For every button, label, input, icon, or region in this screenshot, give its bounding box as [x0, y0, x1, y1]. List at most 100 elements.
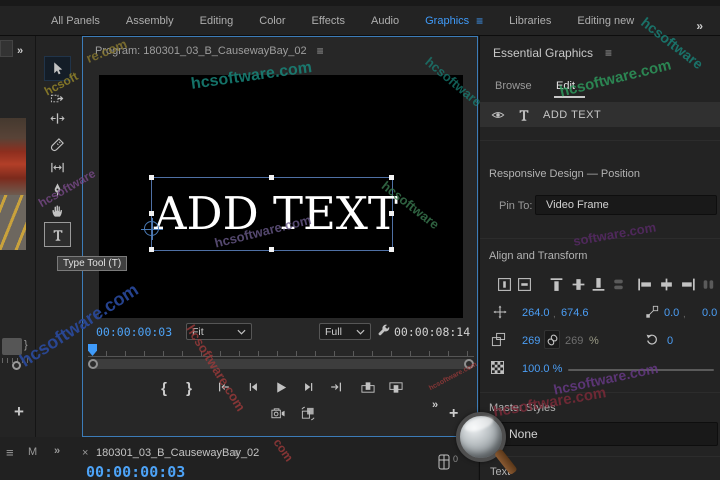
step-forward-button[interactable]: [302, 380, 316, 394]
canvas-text[interactable]: ADD TEXT: [154, 181, 398, 247]
program-video-canvas[interactable]: ADD TEXT: [99, 75, 463, 318]
align-horizontal-center-button[interactable]: [656, 274, 676, 294]
rail-overflow-chevron[interactable]: »: [17, 45, 23, 57]
position-move-icon[interactable]: [493, 305, 507, 319]
anchor-point-indicator[interactable]: [141, 218, 163, 240]
tab-edit[interactable]: Edit: [556, 80, 575, 92]
ripple-edit-tool[interactable]: [44, 106, 71, 131]
button-overflow-chevron[interactable]: »: [432, 399, 438, 411]
timeline-tab-close-icon[interactable]: ×: [82, 447, 88, 459]
workspace-tab-editing-new[interactable]: Editing new: [564, 6, 647, 35]
panel-menu-icon[interactable]: ≡: [232, 446, 239, 460]
razor-tool[interactable]: [44, 132, 71, 157]
lift-button[interactable]: [361, 380, 376, 395]
selection-handle[interactable]: [389, 247, 394, 252]
selection-handle[interactable]: [269, 175, 274, 180]
comparison-view-button[interactable]: [301, 406, 316, 421]
zoom-level-value: Fit: [192, 325, 204, 338]
strip-overflow-chevron[interactable]: »: [54, 445, 60, 457]
panel-menu-icon[interactable]: ≡: [317, 44, 324, 58]
text-selection-box[interactable]: ADD TEXT: [149, 175, 398, 252]
extract-button[interactable]: [389, 380, 404, 395]
rotation-value[interactable]: 0: [667, 335, 673, 347]
workspace-tab-assembly[interactable]: Assembly: [113, 6, 187, 35]
scale-x-value[interactable]: 269: [522, 335, 540, 347]
timeline-timecode[interactable]: 00:00:00:03: [86, 463, 185, 480]
export-frame-button[interactable]: [271, 406, 286, 421]
mark-out-button[interactable]: }: [186, 380, 192, 397]
step-back-button[interactable]: [246, 380, 260, 394]
align-left-button[interactable]: [634, 274, 654, 294]
selection-tool[interactable]: [44, 56, 71, 81]
eye-visibility-icon[interactable]: [491, 108, 505, 122]
go-to-out-button[interactable]: [329, 380, 343, 394]
selection-handle[interactable]: [389, 175, 394, 180]
scrollbar-left-handle[interactable]: [88, 359, 98, 369]
opacity-slider[interactable]: [568, 369, 714, 371]
anchor-point-icon[interactable]: [645, 305, 659, 319]
panel-menu-icon[interactable]: ≡: [476, 14, 483, 28]
mark-in-button[interactable]: {: [161, 380, 167, 397]
selection-handle[interactable]: [149, 211, 154, 216]
layer-row-add-text[interactable]: ADD TEXT: [480, 102, 720, 127]
workspace-tab-graphics[interactable]: Graphics ≡: [412, 6, 496, 35]
play-button[interactable]: [274, 380, 289, 395]
align-center-horizontally-button[interactable]: [514, 274, 534, 294]
type-tool[interactable]: [44, 222, 71, 247]
zoom-level-select[interactable]: Fit: [186, 323, 252, 340]
mute-toggle[interactable]: M: [28, 446, 37, 458]
text-section-heading: Text: [490, 466, 511, 478]
playback-resolution-select[interactable]: Full: [319, 323, 371, 340]
position-x-value[interactable]: 264.0: [522, 307, 550, 319]
position-y-value[interactable]: 674.6: [561, 307, 589, 319]
rotation-icon[interactable]: [645, 332, 659, 346]
scale-y-value[interactable]: 269: [565, 335, 583, 347]
hand-tool[interactable]: [44, 198, 71, 223]
rail-scroll-knob[interactable]: [12, 361, 21, 370]
link-icon: [547, 333, 558, 347]
program-monitor-header: Program: 180301_03_B_CausewayBay_02 ≡: [95, 44, 324, 58]
program-scrollbar[interactable]: [88, 359, 474, 369]
selection-handle[interactable]: [389, 211, 394, 216]
settings-wrench-icon[interactable]: [377, 324, 391, 338]
distribute-h-icon: [701, 277, 716, 292]
selection-handle[interactable]: [269, 247, 274, 252]
mixer-menu-icon[interactable]: ≡: [6, 445, 14, 460]
workspace-overflow-chevron[interactable]: »: [696, 19, 704, 33]
go-to-in-button[interactable]: [217, 380, 231, 394]
anchor-y-value[interactable]: 0.0: [702, 307, 717, 319]
align-top-button[interactable]: [546, 274, 566, 294]
selection-handle[interactable]: [149, 247, 154, 252]
button-editor-add[interactable]: +: [449, 405, 458, 423]
scrollbar-right-handle[interactable]: [464, 359, 474, 369]
selection-handle[interactable]: [149, 175, 154, 180]
master-styles-select[interactable]: None: [498, 422, 718, 446]
scale-icon[interactable]: [491, 332, 506, 347]
align-bottom-button[interactable]: [588, 274, 608, 294]
rail-scroll-handle[interactable]: [2, 338, 22, 355]
panel-menu-icon[interactable]: ≡: [605, 46, 612, 60]
workspace-tab-effects[interactable]: Effects: [299, 6, 358, 35]
anchor-x-value[interactable]: 0.0: [664, 307, 679, 319]
scale-link-toggle[interactable]: [544, 330, 560, 349]
opacity-icon[interactable]: [491, 361, 504, 374]
align-right-button[interactable]: [678, 274, 698, 294]
hand-icon: [50, 203, 65, 218]
workspace-tab-editing[interactable]: Editing: [187, 6, 247, 35]
workspace-tab-libraries[interactable]: Libraries: [496, 6, 564, 35]
workspace-tab-label: Editing new: [577, 14, 635, 27]
current-timecode[interactable]: 00:00:00:03: [96, 325, 172, 339]
opacity-value[interactable]: 100.0 %: [522, 363, 562, 375]
align-vertical-center-button[interactable]: [568, 274, 588, 294]
program-time-ruler[interactable]: [88, 344, 474, 357]
partial-tab: [0, 40, 13, 57]
workspace-tab-color[interactable]: Color: [246, 6, 298, 35]
rail-add-button[interactable]: +: [14, 402, 24, 422]
tab-browse[interactable]: Browse: [495, 80, 532, 92]
playhead[interactable]: [88, 344, 97, 356]
align-center-vertically-button[interactable]: [494, 274, 514, 294]
pin-to-select[interactable]: Video Frame: [535, 195, 717, 215]
workspace-tab-all-panels[interactable]: All Panels: [38, 6, 113, 35]
workspace-tab-audio[interactable]: Audio: [358, 6, 412, 35]
source-thumbnail[interactable]: [0, 118, 26, 250]
